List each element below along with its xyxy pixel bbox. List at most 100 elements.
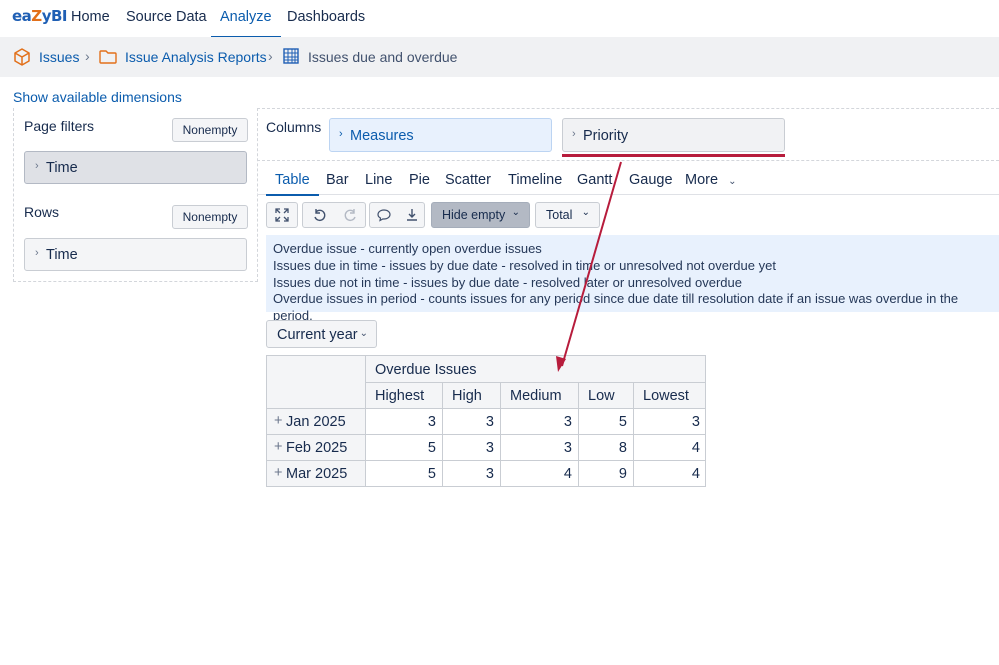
expand-plus-icon[interactable]: + (274, 465, 282, 481)
fullscreen-button[interactable] (266, 202, 298, 228)
tab-more-label: More (685, 172, 719, 188)
table-cell: 5 (427, 466, 436, 482)
nav-analyze[interactable]: Analyze (211, 9, 281, 38)
breadcrumb-current-report: Issues due and overdue (308, 49, 458, 65)
tab-more[interactable]: More ⌄ (685, 172, 736, 188)
folder-icon (98, 47, 118, 70)
cube-icon (12, 47, 32, 70)
tab-line[interactable]: Line (365, 172, 392, 188)
show-available-dimensions-link[interactable]: Show available dimensions (13, 89, 182, 105)
breadcrumb-issues[interactable]: Issues (39, 49, 79, 65)
nav-home[interactable]: Home (71, 9, 110, 25)
breadcrumb-issue-analysis-reports[interactable]: Issue Analysis Reports (125, 49, 267, 65)
fullscreen-icon (275, 208, 289, 222)
table-cell: 3 (563, 440, 572, 456)
top-navigation: eaZyBI Home Source Data Analyze Dashboar… (0, 0, 999, 41)
chevron-right-icon: › (35, 160, 39, 172)
description-line: Overdue issue - currently open overdue i… (273, 241, 542, 256)
view-tabs: Table Bar Line Pie Scatter Timeline Gant… (257, 162, 999, 196)
grid-line (267, 460, 705, 461)
redo-button[interactable] (335, 203, 367, 227)
rows-label: Rows (24, 204, 60, 220)
chevron-right-icon: › (35, 247, 39, 259)
columns-label: Columns (266, 119, 322, 135)
undo-redo-group (302, 202, 366, 228)
chevron-right-icon: › (85, 48, 90, 64)
time-period-value: Current year (277, 327, 358, 343)
description-line: Overdue issues in period - counts issues… (273, 291, 959, 324)
priority-label: Priority (583, 128, 629, 144)
expand-plus-icon[interactable]: + (274, 439, 282, 455)
grid-line (365, 382, 705, 383)
measure-header[interactable]: Overdue Issues (375, 362, 477, 378)
row-header[interactable]: Feb 2025 (286, 440, 347, 456)
download-button[interactable] (398, 203, 426, 227)
column-header-medium[interactable]: Medium (510, 388, 562, 404)
hide-empty-dropdown[interactable]: Hide empty ⌄ (431, 202, 530, 228)
rows-time-label: Time (46, 247, 78, 263)
tab-bar[interactable]: Bar (326, 172, 349, 188)
chevron-right-icon: › (339, 128, 343, 140)
description-line: Issues due not in time - issues by due d… (273, 274, 742, 290)
columns-priority-chip[interactable]: › Priority (562, 118, 785, 152)
columns-measures-chip[interactable]: › Measures (329, 118, 552, 152)
table-cell: 4 (563, 466, 572, 482)
page-filter-time-chip[interactable]: › Time (24, 151, 247, 184)
nav-dashboards[interactable]: Dashboards (287, 9, 365, 25)
chevron-right-icon: › (572, 128, 576, 140)
table-cell: 3 (563, 414, 572, 430)
undo-button[interactable] (303, 203, 335, 227)
tab-gauge[interactable]: Gauge (629, 172, 673, 188)
table-cell: 5 (427, 440, 436, 456)
table-cell: 9 (618, 466, 627, 482)
table-cell: 8 (618, 440, 627, 456)
rows-time-chip[interactable]: › Time (24, 238, 247, 271)
comment-icon (377, 209, 391, 222)
time-period-select[interactable]: Current year ⌄ (266, 320, 377, 348)
tab-pie[interactable]: Pie (409, 172, 430, 188)
page-filters-nonempty-button[interactable]: Nonempty (172, 118, 248, 142)
description-line: Issues due in time - issues by due date … (273, 257, 776, 273)
comment-button[interactable] (370, 203, 398, 227)
column-header-highest[interactable]: Highest (375, 388, 424, 404)
tab-table[interactable]: Table (266, 172, 319, 196)
table-cell: 4 (691, 440, 700, 456)
comment-download-group (369, 202, 425, 228)
expand-plus-icon[interactable]: + (274, 413, 282, 429)
row-header[interactable]: Mar 2025 (286, 466, 347, 482)
grid-line (267, 434, 705, 435)
table-cell: 3 (485, 414, 494, 430)
tab-scatter[interactable]: Scatter (445, 172, 491, 188)
filters-rows-panel: Page filters Nonempty › Time Rows Nonemp… (13, 108, 258, 282)
chevron-down-icon: ⌄ (511, 207, 520, 218)
chevron-right-icon: › (268, 48, 273, 64)
grid-line (267, 408, 705, 409)
chevron-down-icon: ⌄ (359, 328, 368, 339)
column-header-high[interactable]: High (452, 388, 482, 404)
tab-timeline[interactable]: Timeline (508, 172, 562, 188)
total-dropdown[interactable]: Total ⌄ (535, 202, 600, 228)
table-cell: 3 (485, 466, 494, 482)
table-cell: 5 (618, 414, 627, 430)
table-cell: 4 (691, 466, 700, 482)
rows-nonempty-button[interactable]: Nonempty (172, 205, 248, 229)
logo-bars-icon (12, 25, 54, 41)
column-header-low[interactable]: Low (588, 388, 615, 404)
nav-source-data[interactable]: Source Data (126, 9, 207, 25)
total-label: Total (546, 208, 573, 222)
chevron-down-icon: ⌄ (728, 176, 737, 187)
table-cell: 3 (485, 440, 494, 456)
breadcrumb: Issues › Issue Analysis Reports › Issues… (0, 37, 999, 77)
page-filters-label: Page filters (24, 118, 95, 134)
tab-gantt[interactable]: Gantt (577, 172, 612, 188)
measures-label: Measures (350, 128, 414, 144)
page-filter-time-label: Time (46, 160, 78, 176)
report-description: Overdue issue - currently open overdue i… (266, 235, 999, 323)
row-header[interactable]: Jan 2025 (286, 414, 346, 430)
eazybi-logo[interactable]: eaZyBI (12, 7, 67, 25)
column-header-lowest[interactable]: Lowest (643, 388, 689, 404)
table-icon (282, 47, 300, 68)
table-cell: 3 (691, 414, 700, 430)
undo-icon (314, 209, 326, 222)
chevron-down-icon: ⌄ (581, 207, 590, 218)
